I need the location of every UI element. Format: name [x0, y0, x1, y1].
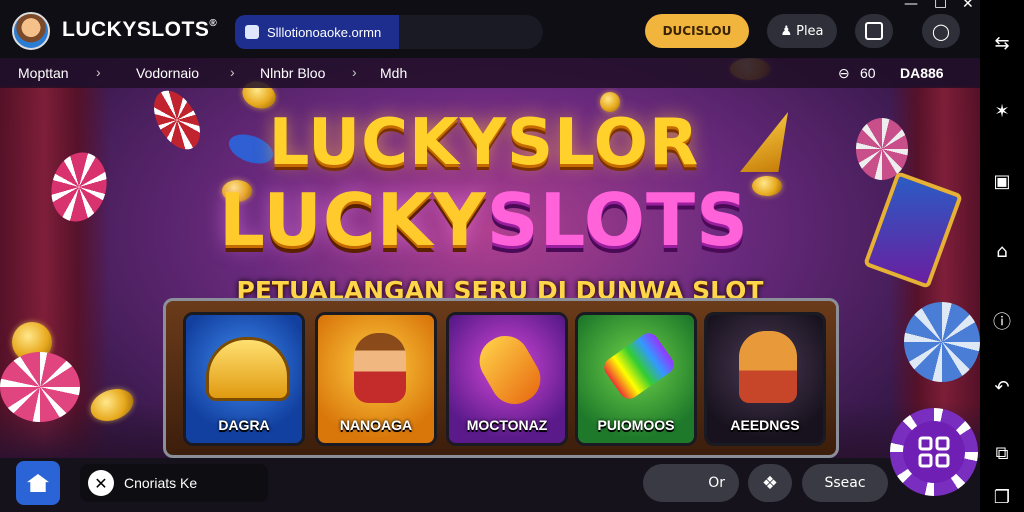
character-icon: [354, 333, 406, 403]
game-card[interactable]: AEEDNGS: [704, 312, 826, 446]
home-icon[interactable]: ⌂: [991, 240, 1013, 262]
game-card[interactable]: NANOAGA: [315, 312, 437, 446]
game-card-label: MOCTONAZ: [466, 417, 548, 433]
address-bar-tail[interactable]: [399, 15, 543, 49]
info-icon[interactable]: ⓘ: [991, 310, 1013, 333]
poker-chip-decoration: [904, 302, 980, 382]
site-icon: [245, 25, 259, 39]
address-bar[interactable]: Slllotionoaoke.ormn: [235, 15, 399, 49]
chevron-right-icon: ›: [230, 64, 235, 80]
brand-mark: ®: [209, 18, 218, 29]
game-card[interactable]: PUIOMOOS: [575, 312, 697, 446]
shoc-button[interactable]: Sseac: [802, 464, 888, 502]
hero-title-lucky: LUCKY: [219, 178, 487, 262]
game-card-label: DAGRA: [218, 417, 270, 433]
breadcrumb-item[interactable]: Vodornaio: [136, 65, 199, 81]
window-icon[interactable]: ▣: [991, 170, 1013, 192]
brand-text: LUCKYSLOTS: [62, 18, 210, 41]
search-button[interactable]: Or: [643, 464, 739, 502]
breadcrumb-item[interactable]: Nlnbr Bloo: [260, 65, 325, 81]
status-icon: ⊖: [838, 65, 850, 81]
minimize-icon[interactable]: —: [904, 0, 918, 12]
share-icon[interactable]: ⧉: [991, 442, 1013, 464]
breadcrumb: Mopttan › Vodornaio › Nlnbr Bloo › Mdh ⊖…: [0, 58, 980, 88]
app-chip-label: Cnoriats Ke: [124, 475, 198, 491]
play-label: Plea: [796, 23, 824, 39]
lightbulb-button[interactable]: ◯: [922, 14, 960, 48]
status-value: 60: [860, 65, 876, 81]
game-card-label: PUIOMOOS: [597, 417, 675, 433]
top-bar: LUCKYSLOTS® Slllotionoaoke.ormn DUCISLOU…: [0, 0, 980, 58]
chevron-right-icon: ›: [96, 64, 101, 80]
person-icon: ♟: [780, 23, 793, 39]
menu-grid-button[interactable]: [890, 408, 978, 496]
brand-title[interactable]: LUCKYSLOTS®: [62, 18, 217, 42]
right-sidebar: ⇆ ✶ ▣ ⌂ ⓘ ↶ ⧉ ❐: [980, 0, 1024, 512]
close-icon[interactable]: ✕: [962, 0, 974, 12]
hero-title-slots: SLOTS: [486, 178, 749, 262]
login-button[interactable]: DUCISLOU: [645, 14, 749, 48]
x-icon: ✕: [88, 470, 114, 496]
gift-button[interactable]: ❖: [748, 464, 792, 502]
lightbulb-icon: ◯: [932, 21, 950, 41]
play-button[interactable]: ♟ Plea: [767, 14, 837, 48]
translate-icon[interactable]: ⇆: [991, 32, 1013, 54]
grid-icon: [903, 421, 965, 483]
chevron-right-icon: ›: [352, 64, 357, 80]
address-text: Slllotionoaoke.ormn: [267, 24, 382, 40]
hero-title-line2: LUCKYSLOTS: [0, 178, 974, 262]
home-button[interactable]: [16, 461, 60, 505]
game-card[interactable]: MOCTONAZ: [446, 312, 568, 446]
monkey-icon: [739, 331, 797, 403]
maximize-icon[interactable]: □: [934, 0, 947, 10]
status-code: DA886: [900, 65, 944, 81]
hero-title-line1: LUCKYSLOR: [268, 106, 700, 180]
game-card-label: NANOAGA: [339, 417, 413, 433]
home-icon: [27, 474, 49, 492]
app-window: LUCKYSLOTS® Slllotionoaoke.ormn DUCISLOU…: [0, 0, 1024, 512]
breadcrumb-item[interactable]: Mopttan: [18, 65, 69, 81]
gift-icon: ❖: [761, 472, 779, 494]
back-icon[interactable]: ↶: [991, 376, 1013, 398]
game-card[interactable]: DAGRA: [183, 312, 305, 446]
poker-chip-decoration: [0, 352, 80, 422]
game-card-label: AEEDNGS: [730, 417, 800, 433]
scan-button[interactable]: [855, 14, 893, 48]
breadcrumb-item[interactable]: Mdh: [380, 65, 407, 81]
logo-avatar[interactable]: [12, 12, 50, 50]
scan-icon: [865, 22, 883, 40]
settings-icon[interactable]: ✶: [991, 100, 1013, 122]
copy-icon[interactable]: ❐: [991, 486, 1013, 508]
app-chip[interactable]: ✕ Cnoriats Ke: [80, 464, 268, 502]
